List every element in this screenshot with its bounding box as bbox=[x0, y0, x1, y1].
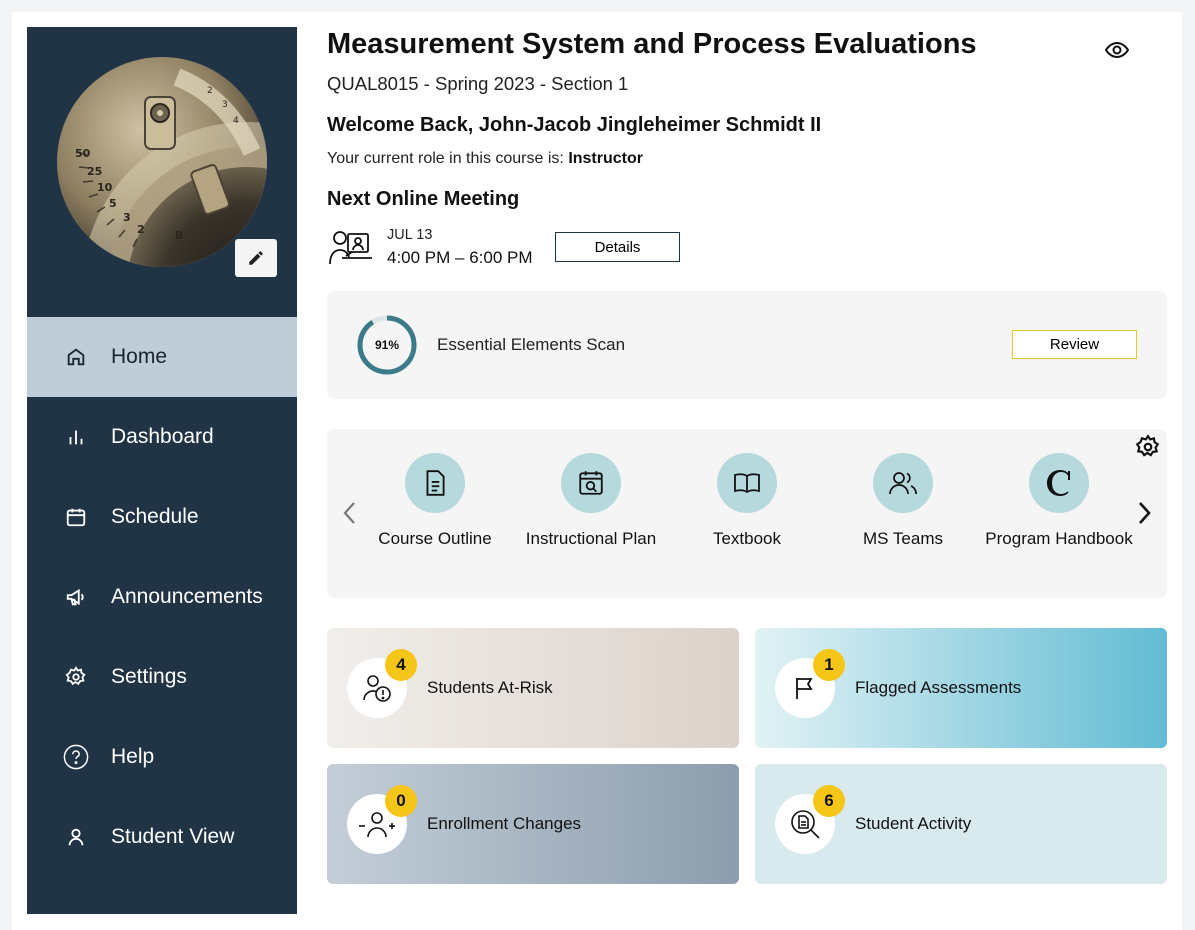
page-title: Measurement System and Process Evaluatio… bbox=[327, 28, 977, 60]
tile-label: Flagged Assessments bbox=[855, 678, 1022, 697]
sidebar-item-schedule[interactable]: Schedule bbox=[27, 477, 297, 557]
svg-text:3: 3 bbox=[123, 211, 131, 224]
c-logo-icon bbox=[1029, 453, 1089, 513]
link-textbook[interactable]: Textbook bbox=[669, 453, 825, 549]
link-label: Textbook bbox=[712, 529, 782, 548]
gear-icon bbox=[63, 664, 89, 690]
sidebar-item-label: Announcements bbox=[111, 585, 263, 608]
course-code: QUAL8015 - Spring 2023 - Section 1 bbox=[327, 73, 629, 94]
scan-label: Essential Elements Scan bbox=[437, 335, 626, 354]
sidebar-item-label: Help bbox=[111, 745, 155, 768]
essential-elements-panel: 91% Essential Elements Scan Review bbox=[327, 291, 1167, 399]
link-ms-teams[interactable]: MS Teams bbox=[825, 453, 981, 549]
role-line: Your current role in this course is: Ins… bbox=[327, 150, 643, 168]
meeting-date: JUL 13 bbox=[387, 227, 433, 243]
svg-text:B: B bbox=[175, 229, 183, 242]
book-icon bbox=[717, 453, 777, 513]
svg-text:2: 2 bbox=[207, 86, 213, 96]
megaphone-icon bbox=[63, 584, 89, 610]
course-image: 50 25 10 532 B 234 bbox=[57, 57, 267, 267]
svg-text:3: 3 bbox=[222, 100, 228, 110]
calendar-search-icon bbox=[561, 453, 621, 513]
link-label: Course Outline bbox=[378, 529, 492, 548]
sidebar-item-help[interactable]: Help bbox=[27, 717, 297, 797]
help-circle-icon bbox=[63, 744, 89, 770]
user-icon bbox=[63, 824, 89, 850]
tile-enrollment-changes[interactable]: 0 Enrollment Changes bbox=[327, 764, 739, 884]
tile-students-at-risk[interactable]: 4 Students At-Risk bbox=[327, 628, 739, 748]
count-badge: 6 bbox=[813, 785, 845, 817]
count-badge: 0 bbox=[385, 785, 417, 817]
eye-icon[interactable] bbox=[1104, 38, 1130, 62]
home-icon bbox=[63, 344, 89, 370]
sidebar-item-label: Schedule bbox=[111, 505, 199, 528]
count-badge: 4 bbox=[385, 649, 417, 681]
sidebar-item-label: Settings bbox=[111, 665, 187, 688]
link-label: MS Teams bbox=[863, 529, 943, 548]
link-instructional-plan[interactable]: Instructional Plan bbox=[513, 453, 669, 549]
svg-text:25: 25 bbox=[87, 165, 102, 178]
count-badge: 1 bbox=[813, 649, 845, 681]
sidebar-nav: Home Dashboard Schedule Announcements Se… bbox=[27, 317, 297, 877]
sidebar-item-label: Home bbox=[111, 345, 168, 368]
link-program-handbook[interactable]: Program Handbook bbox=[981, 453, 1137, 549]
meeting-heading: Next Online Meeting bbox=[327, 188, 520, 210]
tile-student-activity[interactable]: 6 Student Activity bbox=[755, 764, 1167, 884]
meeting-time: 4:00 PM – 6:00 PM bbox=[387, 248, 533, 267]
tile-label: Student Activity bbox=[855, 814, 972, 833]
pencil-icon bbox=[249, 251, 263, 265]
document-icon bbox=[405, 453, 465, 513]
link-label: Instructional Plan bbox=[525, 529, 657, 548]
sidebar-item-settings[interactable]: Settings bbox=[27, 637, 297, 717]
link-label: Program Handbook bbox=[985, 529, 1133, 548]
sidebar: 50 25 10 532 B 234 Home Dashboard Schedu… bbox=[27, 27, 297, 914]
sidebar-item-label: Student View bbox=[111, 825, 235, 848]
online-meeting-icon bbox=[329, 231, 372, 265]
edit-image-button[interactable] bbox=[235, 239, 277, 277]
quick-links-carousel: Course Outline Instructional Plan Textbo… bbox=[327, 429, 1167, 598]
bar-chart-icon bbox=[63, 424, 89, 450]
welcome-message: Welcome Back, John-Jacob Jingleheimer Sc… bbox=[327, 114, 822, 136]
calendar-icon bbox=[63, 504, 89, 530]
sidebar-item-home[interactable]: Home bbox=[27, 317, 297, 397]
role-prefix: Your current role in this course is: bbox=[327, 150, 564, 167]
link-course-outline[interactable]: Course Outline bbox=[357, 453, 513, 549]
sidebar-item-label: Dashboard bbox=[111, 425, 214, 448]
sidebar-item-announcements[interactable]: Announcements bbox=[27, 557, 297, 637]
svg-text:2: 2 bbox=[137, 223, 145, 236]
gear-icon[interactable] bbox=[1135, 434, 1161, 460]
role-value: Instructor bbox=[568, 150, 643, 167]
sidebar-item-dashboard[interactable]: Dashboard bbox=[27, 397, 297, 477]
svg-text:5: 5 bbox=[109, 197, 117, 210]
svg-text:10: 10 bbox=[97, 181, 113, 194]
sidebar-item-student-view[interactable]: Student View bbox=[27, 797, 297, 877]
tile-label: Enrollment Changes bbox=[427, 814, 582, 833]
tile-label: Students At-Risk bbox=[427, 678, 553, 697]
users-icon bbox=[873, 453, 933, 513]
review-button[interactable]: Review bbox=[1012, 330, 1137, 359]
svg-text:50: 50 bbox=[75, 147, 91, 160]
tile-flagged-assessments[interactable]: 1 Flagged Assessments bbox=[755, 628, 1167, 748]
details-button[interactable]: Details bbox=[555, 232, 680, 262]
scan-percent: 91% bbox=[374, 338, 400, 352]
svg-text:4: 4 bbox=[233, 116, 239, 126]
